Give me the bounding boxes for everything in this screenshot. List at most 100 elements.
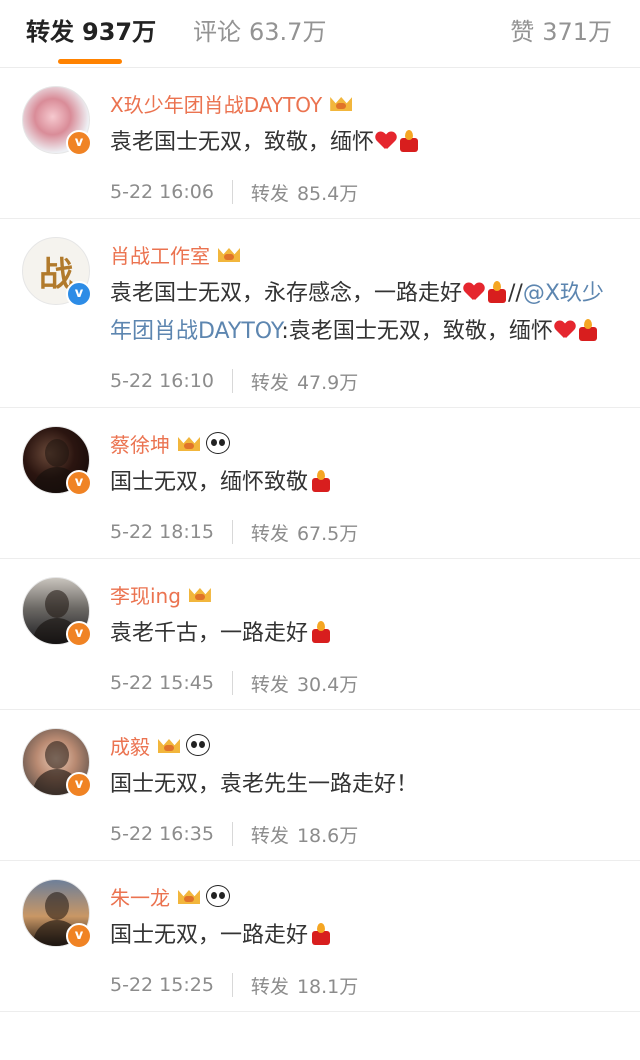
divider [231,520,233,544]
heart-icon [555,321,575,339]
repost-count[interactable]: 30.4万 [297,670,358,697]
repost-meta: 5-22 18:15 转发 67.5万 [110,506,620,558]
repost-text: 国士无双，缅怀致敬 [110,464,620,502]
repost-text-body: 袁老国士无双，永存感念，一路走好 [110,281,463,306]
repost-item[interactable]: 战 v 肖战工作室袁老国士无双，永存感念，一路走好//@X玖少年团肖战DAYTOY:… [0,219,640,408]
repost-text: 袁老国士无双，致敬，缅怀 [110,124,620,162]
username[interactable]: X玖少年团肖战DAYTOY [110,89,322,118]
tab-reposts-label: 转发 [26,18,74,46]
name-row: 朱一龙 [110,879,620,913]
tab-comments-label: 评论 [193,18,241,46]
timestamp: 5-22 15:45 [110,672,214,694]
repost-text-body: 袁老千古，一路走好 [110,621,309,646]
orange-verified-icon: v [66,130,92,156]
tab-bar: 转发 937万 评论 63.7万 赞 371万 [0,0,640,68]
crown-icon [178,433,200,453]
crown-icon [330,93,352,113]
tab-comments-count: 63.7万 [249,18,327,46]
orange-verified-icon: v [66,621,92,647]
candle-icon [310,470,332,492]
candle-icon [310,923,332,945]
repost-item[interactable]: v 李现ing 袁老千古，一路走好 5-22 15:45 转发 30.4万 [0,559,640,710]
repost-item[interactable]: v 朱一龙 国士无双，一路走好 5-22 15:25 转发 18.1万 [0,861,640,1012]
blue-verified-icon: v [66,281,92,307]
repost-count-label[interactable]: 转发 [251,972,289,999]
avatar[interactable]: v [22,879,92,949]
divider [231,180,233,204]
avatar-figure-head [45,439,69,467]
tab-comments[interactable]: 评论 63.7万 [193,14,326,50]
tab-likes[interactable]: 赞 371万 [510,14,612,50]
repost-text: 袁老千古，一路走好 [110,615,620,653]
username[interactable]: 朱一龙 [110,882,170,911]
repost-text-body: 国士无双，缅怀致敬 [110,470,309,495]
repost-item[interactable]: v 蔡徐坤国士无双，缅怀致敬 5-22 18:15 转发 67.5万 [0,408,640,559]
orange-verified-icon: v [66,772,92,798]
candle-icon [398,130,420,152]
username[interactable]: 肖战工作室 [110,240,210,269]
repost-content: 蔡徐坤国士无双，缅怀致敬 5-22 18:15 转发 67.5万 [110,408,640,558]
username[interactable]: 成毅 [110,731,150,760]
orange-verified-icon: v [66,923,92,949]
repost-count-label[interactable]: 转发 [251,519,289,546]
username[interactable]: 李现ing [110,580,181,609]
crown-icon [218,244,240,264]
panda-icon [206,432,230,454]
crown-icon [189,584,211,604]
candle-icon [486,281,508,303]
divider [231,822,233,846]
avatar[interactable]: v [22,426,92,496]
timestamp: 5-22 16:06 [110,181,214,203]
tab-reposts-count: 937万 [82,18,157,46]
repost-meta: 5-22 15:25 转发 18.1万 [110,959,620,1011]
tab-reposts[interactable]: 转发 937万 [26,14,156,50]
panda-icon [186,734,210,756]
repost-content: 成毅国士无双，袁老先生一路走好！ 5-22 16:35 转发 18.6万 [110,710,640,860]
username[interactable]: 蔡徐坤 [110,429,170,458]
repost-count[interactable]: 18.6万 [297,821,358,848]
repost-content: 朱一龙 国士无双，一路走好 5-22 15:25 转发 18.1万 [110,861,640,1011]
repost-count-label[interactable]: 转发 [251,368,289,395]
repost-count-label[interactable]: 转发 [251,179,289,206]
tab-likes-count: 371万 [542,18,612,46]
avatar-figure-head [45,741,69,769]
repost-meta: 5-22 16:06 转发 85.4万 [110,166,620,218]
crown-icon [178,886,200,906]
name-row: X玖少年团肖战DAYTOY [110,86,620,120]
repost-count-label[interactable]: 转发 [251,821,289,848]
repost-item[interactable]: v X玖少年团肖战DAYTOY 袁老国士无双，致敬，缅怀 5-22 16:06 转发 85… [0,68,640,219]
avatar[interactable]: v [22,86,92,156]
orange-verified-icon: v [66,470,92,496]
repost-meta: 5-22 15:45 转发 30.4万 [110,657,620,709]
repost-text-body: 国士无双，一路走好 [110,923,309,948]
heart-icon [376,132,396,150]
timestamp: 5-22 16:10 [110,370,214,392]
quoted-text: :袁老国士无双，致敬，缅怀 [281,319,553,344]
avatar[interactable]: v [22,577,92,647]
divider [231,671,233,695]
timestamp: 5-22 16:35 [110,823,214,845]
candle-icon [577,319,599,341]
repost-count[interactable]: 67.5万 [297,519,358,546]
repost-list: v X玖少年团肖战DAYTOY 袁老国士无双，致敬，缅怀 5-22 16:06 转发 85… [0,68,640,1012]
repost-count[interactable]: 18.1万 [297,972,358,999]
name-row: 肖战工作室 [110,237,620,271]
repost-text-body: 袁老国士无双，致敬，缅怀 [110,130,375,155]
heart-icon [464,283,484,301]
avatar[interactable]: 战v [22,237,92,307]
repost-count-label[interactable]: 转发 [251,670,289,697]
repost-content: 李现ing 袁老千古，一路走好 5-22 15:45 转发 30.4万 [110,559,640,709]
repost-text: 国士无双，袁老先生一路走好！ [110,766,620,804]
repost-count[interactable]: 85.4万 [297,179,358,206]
divider [231,369,233,393]
repost-text-body: 国士无双，袁老先生一路走好！ [110,772,419,797]
candle-icon [310,621,332,643]
repost-text: 袁老国士无双，永存感念，一路走好//@X玖少年团肖战DAYTOY:袁老国士无双，… [110,275,620,351]
timestamp: 5-22 18:15 [110,521,214,543]
divider [231,973,233,997]
repost-item[interactable]: v 成毅国士无双，袁老先生一路走好！ 5-22 16:35 转发 18.6万 [0,710,640,861]
avatar-figure-head [45,892,69,920]
repost-count[interactable]: 47.9万 [297,368,358,395]
avatar[interactable]: v [22,728,92,798]
name-row: 成毅 [110,728,620,762]
